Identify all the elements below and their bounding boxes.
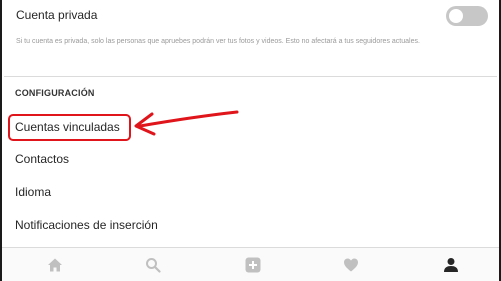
private-account-description: Si tu cuenta es privada, solo las person…	[16, 38, 420, 45]
settings-item-contacts[interactable]: Contactos	[15, 152, 69, 166]
highlight-box	[8, 114, 131, 141]
red-arrow-annotation	[134, 110, 239, 136]
private-account-toggle[interactable]	[446, 6, 488, 26]
profile-icon[interactable]	[443, 257, 459, 273]
heart-icon[interactable]	[343, 257, 359, 273]
settings-item-push-notifications[interactable]: Notificaciones de inserción	[15, 218, 158, 232]
settings-screen: Cuenta privada Si tu cuenta es privada, …	[0, 0, 501, 281]
settings-item-language[interactable]: Idioma	[15, 185, 51, 199]
private-account-label: Cuenta privada	[16, 8, 98, 22]
private-account-row[interactable]: Cuenta privada	[14, 6, 489, 28]
bottom-navigation-bar	[2, 247, 499, 281]
add-post-icon[interactable]	[245, 257, 261, 273]
search-icon[interactable]	[145, 257, 161, 273]
home-icon[interactable]	[47, 257, 63, 273]
section-divider	[4, 76, 497, 77]
configuration-heading: CONFIGURACIÓN	[15, 88, 95, 98]
toggle-knob[interactable]	[449, 9, 463, 23]
